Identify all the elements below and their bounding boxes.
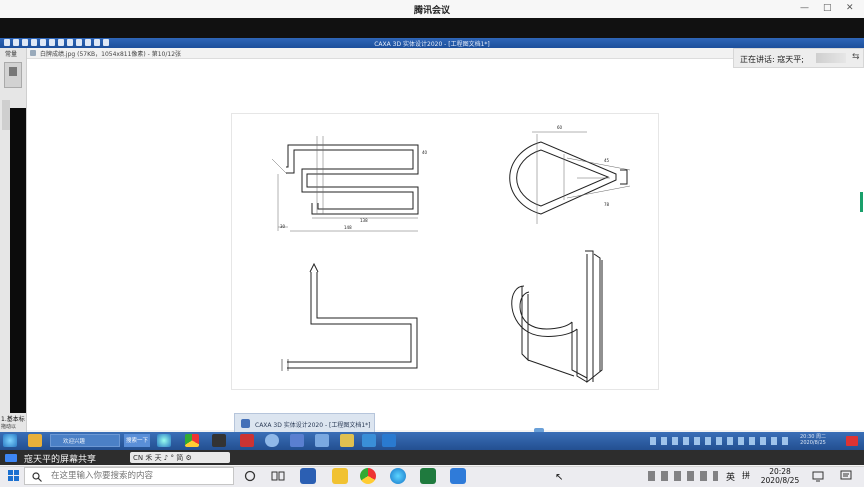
left-panel-hint: 拖动以: [1, 424, 17, 430]
remote-explorer-icon[interactable]: [28, 434, 42, 447]
engineering-drawing: 148 138 30 40 60 45 78: [231, 113, 659, 390]
system-clock-time: 20:28: [769, 467, 791, 476]
video-strip: [0, 18, 864, 38]
remote-app-blue-icon[interactable]: [290, 434, 304, 447]
ime-toolbar[interactable]: CN 禾 天 ♪ ° 简 ⚙: [130, 452, 230, 463]
panel-tool-button[interactable]: [4, 62, 22, 88]
screen-share-icon: [5, 454, 17, 462]
screen-share-label: 寇天平的屏幕共享: [24, 455, 97, 465]
bent-rod-bottom-left: [281, 262, 418, 371]
remote-app-red-icon[interactable]: [240, 434, 254, 447]
left-panel-label: 常量: [5, 51, 18, 58]
maximize-button[interactable]: □: [823, 3, 832, 13]
remote-start-icon[interactable]: [3, 434, 17, 447]
thumbnail-title: CAXA 3D 实体设计2020 - [工程图文档1*]: [255, 422, 371, 429]
dim-label-1: 148: [344, 225, 352, 230]
windows-start-icon[interactable]: [8, 470, 20, 482]
search-icon: [32, 472, 42, 482]
viewer-file-info: 白牌成绩.jpg (57KB，1054x811像素) - 第10/12张: [40, 51, 182, 58]
dim-label-3: 30: [280, 224, 286, 229]
ime-toolbar-label: CN 禾 天 ♪ ° 简 ⚙: [133, 454, 192, 462]
taskbar-search-input[interactable]: [51, 470, 227, 482]
dim-label-6: 45: [604, 158, 610, 163]
remote-ie-icon[interactable]: [157, 434, 171, 447]
remote-clock: 20:30 周二 2020/8/25: [800, 434, 826, 446]
edge-icon[interactable]: [390, 468, 406, 484]
remote-task-welcome[interactable]: 欢迎兴趣: [50, 434, 120, 447]
drawing-canvas: 148 138 30 40 60 45 78: [271, 125, 631, 384]
task-view-icon[interactable]: [271, 470, 285, 482]
system-clock-date: 2020/8/25: [760, 476, 800, 485]
mouse-cursor-icon: ↖: [555, 472, 564, 483]
bent-rod-top-left: [286, 144, 419, 215]
remote-tray-icons[interactable]: [650, 437, 790, 445]
remote-app-title: CAXA 3D 实体设计2020 - [工程图文档1*]: [374, 41, 490, 48]
remote-chrome-icon[interactable]: [185, 434, 199, 447]
tree-panel: [10, 108, 26, 413]
file-explorer-icon[interactable]: [332, 468, 348, 484]
excel-icon[interactable]: [420, 468, 436, 484]
remote-app-caxa-icon[interactable]: [315, 434, 329, 447]
dim-label-4: 40: [422, 150, 428, 155]
remote-app-tool-icon[interactable]: [362, 434, 376, 447]
show-desktop-icon[interactable]: [812, 470, 824, 482]
close-button[interactable]: ✕: [846, 3, 854, 13]
remote-search-label: 搜索一下: [126, 438, 149, 444]
taskbar-search[interactable]: [24, 467, 234, 485]
speaker-indicator: 正在讲话: 寇天平; ⇆: [733, 48, 864, 68]
meeting-title: 腾讯会议: [413, 6, 450, 16]
remote-camera-icon[interactable]: [212, 434, 226, 447]
remote-task-welcome-label: 欢迎兴趣: [63, 439, 86, 445]
panel-tab[interactable]: [2, 100, 10, 130]
ime-mode-indicator[interactable]: 英: [726, 470, 735, 483]
remote-notification-icon[interactable]: [846, 436, 858, 446]
image-file-icon: [30, 50, 36, 56]
action-center-icon[interactable]: [840, 470, 852, 482]
remote-clock-date: 2020/8/25: [800, 440, 826, 446]
dim-label-7: 78: [604, 202, 610, 207]
part-icon: [9, 67, 17, 76]
rod-3d-bottom-right: [511, 250, 603, 384]
collapse-icon[interactable]: ⇆: [852, 52, 860, 62]
chrome-icon[interactable]: [360, 468, 376, 484]
remote-app-meeting-icon[interactable]: [382, 434, 396, 447]
dim-label-5: 60: [557, 125, 563, 130]
meeting-title-bar: 腾讯会议 — □ ✕: [0, 0, 864, 19]
side-scroll-handle[interactable]: [860, 192, 863, 212]
minimize-button[interactable]: —: [800, 3, 809, 13]
ime-layout-indicator[interactable]: 拼: [742, 470, 750, 481]
tencent-meeting-icon[interactable]: [450, 468, 466, 484]
caxa-app-icon: [241, 419, 250, 428]
cortana-icon[interactable]: [244, 470, 256, 482]
dim-label-2: 138: [360, 218, 368, 223]
remote-app-yellow-icon[interactable]: [340, 434, 354, 447]
remote-search-button[interactable]: 搜索一下: [124, 434, 150, 447]
volume-wave-icon: [816, 53, 846, 63]
dimension-lines-top-right: [532, 131, 631, 224]
system-clock[interactable]: 20:28 2020/8/25: [760, 467, 800, 485]
left-panel-bottom: 1.基本标: [1, 416, 25, 423]
remote-app-circle-icon[interactable]: [265, 434, 279, 447]
word-icon[interactable]: [300, 468, 316, 484]
tray-icons[interactable]: [648, 471, 718, 481]
speaker-label: 正在讲话: 寇天平;: [740, 55, 804, 64]
